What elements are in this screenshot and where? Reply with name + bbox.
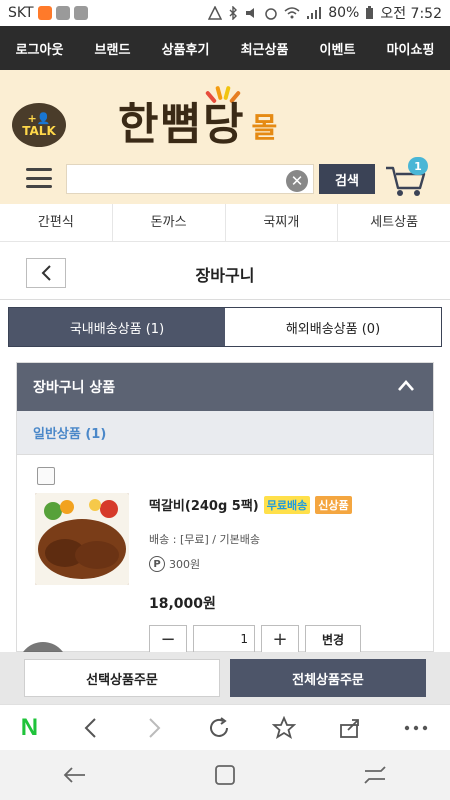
facebook-icon [73,6,88,20]
alert-icon [208,6,223,20]
clock: 오전 7:52 [380,6,442,22]
forward-icon[interactable] [143,717,165,739]
refresh-icon[interactable] [207,716,231,740]
kakao-talk-button[interactable]: +👤 TALK [12,103,66,147]
status-bar: SKT 80% 오전 7:52 [0,0,450,26]
category-item[interactable]: 세트상품 [338,204,450,241]
bookmark-star-icon[interactable] [272,715,297,740]
nav-myshop[interactable]: 마이쇼핑 [387,39,435,58]
increase-button[interactable]: + [261,625,299,653]
home-icon[interactable] [214,764,236,786]
site-logo[interactable]: 한뼘당 몰 [118,88,277,152]
order-all-button[interactable]: 전체상품주문 [230,659,426,697]
product-image [35,493,129,585]
system-back-icon[interactable] [63,765,87,785]
naver-home-icon[interactable]: N [21,714,38,742]
carrier-label: SKT [8,5,34,21]
logo-sub-text: 몰 [251,111,278,144]
product-thumbnail[interactable] [35,493,129,585]
back-icon[interactable] [80,717,102,739]
points-info: P 300원 [149,556,200,572]
search-button[interactable]: 검색 [319,164,375,194]
tab-domestic[interactable]: 국내배송상품 (1) [9,308,225,346]
battery-percent: 80% [328,5,360,21]
clear-search-icon[interactable]: ✕ [286,170,308,192]
mute-icon [246,8,255,18]
quantity-stepper: − 1 + 변경 [149,625,361,653]
notification-icon [55,6,70,20]
new-product-badge: 신상품 [315,495,352,514]
order-bar: 선택상품주문 전체상품주문 [0,652,450,704]
order-selected-button[interactable]: 선택상품주문 [24,659,220,697]
category-item[interactable]: 국찌개 [226,204,339,241]
group-header: 일반상품 (1) [17,411,433,455]
more-options-icon[interactable] [403,724,429,732]
nav-reviews[interactable]: 상품후기 [162,39,210,58]
nav-event[interactable]: 이벤트 [320,39,356,58]
category-item[interactable]: 간편식 [0,204,113,241]
top-nav: 로그아웃 브랜드 상품후기 최근상품 이벤트 마이쇼핑 [0,26,450,70]
page-header: 장바구니 [0,242,450,300]
talk-label: TALK [22,123,56,138]
category-bar: 간편식 돈까스 국찌개 세트상품 [0,204,450,242]
free-shipping-badge: 무료배송 [263,495,311,514]
wifi-icon [284,7,300,19]
nav-logout[interactable]: 로그아웃 [16,39,64,58]
cart-section: 장바구니 상품 일반상품 (1) 떡갈비(240g 5팩) 무료배송 신상품 배… [16,362,434,653]
signal-icon [307,7,322,19]
product-price: 18,000원 [149,596,216,612]
product-name[interactable]: 떡갈비(240g 5팩) [149,495,259,514]
notification-icon [37,6,52,20]
system-nav-bar [0,750,450,800]
chevron-up-icon[interactable] [397,377,415,395]
bluetooth-icon [229,6,238,20]
battery-icon [366,6,374,19]
share-icon[interactable] [338,716,362,740]
item-checkbox[interactable] [37,467,55,485]
cart-section-title: 장바구니 상품 [33,380,116,396]
quantity-input[interactable]: 1 [193,625,255,653]
shipping-info: 배송 : [무료] / 기본배송 [149,533,260,546]
hamburger-menu-icon[interactable] [26,168,52,188]
recent-apps-icon[interactable] [363,765,387,785]
nav-brand[interactable]: 브랜드 [95,39,131,58]
change-quantity-button[interactable]: 변경 [305,625,361,653]
search-input[interactable] [66,164,314,194]
cart-section-header[interactable]: 장바구니 상품 [17,363,433,411]
alarm-icon [265,8,277,20]
category-item[interactable]: 돈까스 [113,204,226,241]
nav-recent[interactable]: 최근상품 [241,39,289,58]
points-icon: P [149,556,165,572]
tab-overseas[interactable]: 해외배송상품 (0) [225,308,441,346]
browser-toolbar: N [0,704,450,750]
cart-count-badge: 1 [408,157,428,175]
add-friend-icon: +👤 [27,111,51,125]
page-title: 장바구니 [195,266,255,285]
logo-main-text: 한뼘당 [118,99,246,150]
decrease-button[interactable]: − [149,625,187,653]
product-name-row: 떡갈비(240g 5팩) 무료배송 신상품 [149,495,352,514]
shipping-tabs: 국내배송상품 (1) 해외배송상품 (0) [8,307,442,347]
points-value: 300원 [169,558,201,571]
